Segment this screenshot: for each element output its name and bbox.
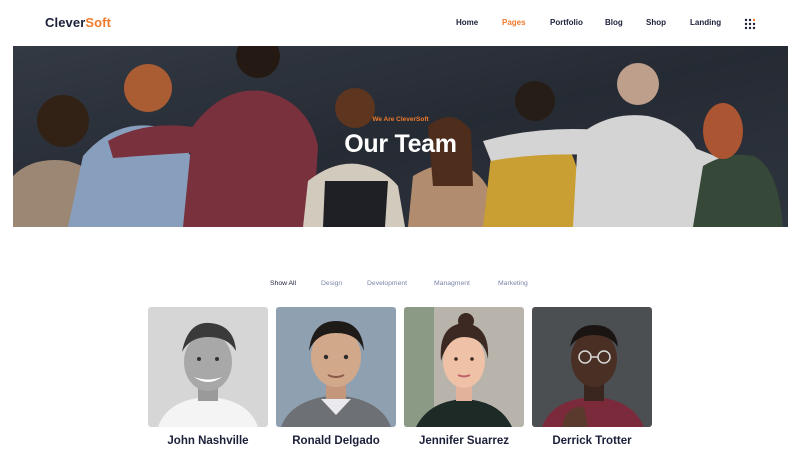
team-member-name-jennifer[interactable]: Jennifer Suarrez	[404, 435, 524, 447]
team-member-photo-derrick[interactable]	[532, 307, 652, 427]
hero-title: Our Team	[344, 130, 457, 158]
filter-tab-marketing[interactable]: Marketing	[498, 280, 528, 287]
filter-tab-managment[interactable]: Managment	[434, 280, 470, 287]
team-member-name-ronald[interactable]: Ronald Delgado	[276, 435, 396, 447]
site-header: CleverSoft Home Pages Portfolio Blog Sho…	[0, 0, 800, 46]
nav-item-portfolio[interactable]: Portfolio	[550, 18, 583, 27]
team-member-photo-jennifer[interactable]	[404, 307, 524, 427]
team-member-photo-ronald[interactable]	[276, 307, 396, 427]
dots-grid-icon[interactable]	[744, 18, 756, 30]
team-filter-tabs: Show All Design Development Managment Ma…	[0, 280, 800, 290]
main-nav: Home Pages Portfolio Blog Shop Landing	[0, 18, 800, 30]
hero-subtitle: We Are CleverSoft	[372, 116, 429, 123]
team-member-name-john[interactable]: John Nashville	[148, 435, 268, 447]
nav-item-shop[interactable]: Shop	[646, 18, 666, 27]
hero-banner: We Are CleverSoft Our Team	[13, 46, 788, 227]
filter-tab-development[interactable]: Development	[367, 280, 407, 287]
nav-item-landing[interactable]: Landing	[690, 18, 721, 27]
filter-tab-design[interactable]: Design	[321, 280, 342, 287]
nav-item-home[interactable]: Home	[456, 18, 478, 27]
team-member-photo-john[interactable]	[148, 307, 268, 427]
filter-tab-show-all[interactable]: Show All	[270, 280, 296, 287]
nav-item-blog[interactable]: Blog	[605, 18, 623, 27]
team-member-name-derrick[interactable]: Derrick Trotter	[532, 435, 652, 447]
nav-item-pages[interactable]: Pages	[502, 18, 526, 27]
